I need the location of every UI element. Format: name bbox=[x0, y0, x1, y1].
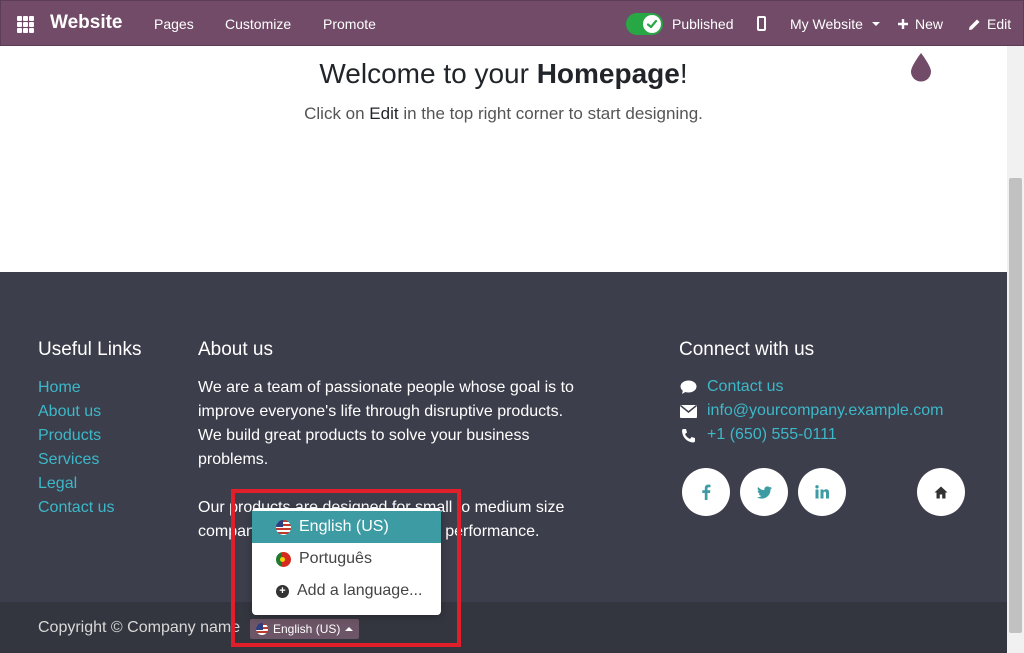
annotation-highlight-box bbox=[231, 489, 461, 647]
footer-link-products[interactable]: Products bbox=[38, 424, 114, 448]
about-us-title: About us bbox=[198, 339, 273, 360]
theme-drop-icon[interactable] bbox=[910, 52, 932, 87]
page-scrollbar[interactable] bbox=[1007, 46, 1024, 653]
contact-row[interactable]: Contact us bbox=[680, 378, 783, 396]
my-website-menu[interactable]: My Website bbox=[790, 16, 880, 32]
published-label[interactable]: Published bbox=[672, 16, 734, 32]
footer-link-contact[interactable]: Contact us bbox=[38, 496, 114, 520]
footer-link-legal[interactable]: Legal bbox=[38, 472, 114, 496]
footer-link-home[interactable]: Home bbox=[38, 376, 114, 400]
title-suffix: ! bbox=[679, 58, 688, 89]
phone-link[interactable]: +1 (650) 555-0111 bbox=[707, 426, 837, 444]
check-icon bbox=[643, 15, 661, 33]
homepage-welcome-title: Welcome to your Homepage! bbox=[0, 58, 1007, 90]
title-prefix: Welcome to your bbox=[319, 58, 537, 89]
comment-icon bbox=[680, 380, 697, 394]
footer-link-services[interactable]: Services bbox=[38, 448, 114, 472]
menu-promote[interactable]: Promote bbox=[323, 16, 376, 32]
apps-grid-icon[interactable] bbox=[17, 16, 34, 33]
my-website-label: My Website bbox=[790, 16, 863, 32]
copyright-text: Copyright © Company name bbox=[38, 619, 241, 636]
about-paragraph-1: We are a team of passionate people whose… bbox=[198, 379, 574, 468]
twitter-button[interactable] bbox=[740, 468, 788, 516]
phone-icon bbox=[682, 428, 695, 442]
linkedin-icon bbox=[815, 485, 829, 499]
home-icon bbox=[934, 486, 948, 498]
subtitle-prefix: Click on bbox=[304, 104, 370, 123]
menu-pages[interactable]: Pages bbox=[154, 16, 194, 32]
contact-us-link[interactable]: Contact us bbox=[707, 378, 783, 396]
subtitle-suffix: in the top right corner to start designi… bbox=[398, 104, 703, 123]
new-button[interactable]: New bbox=[897, 16, 943, 32]
useful-links-list: Home About us Products Services Legal Co… bbox=[38, 376, 114, 520]
facebook-icon bbox=[702, 484, 711, 500]
pencil-icon bbox=[969, 19, 980, 30]
email-row[interactable]: info@yourcompany.example.com bbox=[680, 402, 944, 420]
published-toggle[interactable] bbox=[626, 13, 663, 35]
phone-row[interactable]: +1 (650) 555-0111 bbox=[680, 426, 837, 444]
connect-title: Connect with us bbox=[679, 339, 815, 360]
page: Website Pages Customize Promote Publishe… bbox=[0, 0, 1024, 653]
edit-label: Edit bbox=[987, 16, 1012, 32]
chevron-down-icon bbox=[871, 22, 880, 26]
subtitle-edit-word: Edit bbox=[369, 104, 399, 123]
twitter-icon bbox=[756, 485, 772, 499]
title-bold: Homepage bbox=[536, 58, 680, 89]
new-label: New bbox=[915, 16, 944, 32]
email-link[interactable]: info@yourcompany.example.com bbox=[707, 402, 944, 420]
footer-link-about[interactable]: About us bbox=[38, 400, 114, 424]
plus-icon bbox=[898, 19, 908, 29]
home-button[interactable] bbox=[917, 468, 965, 516]
envelope-icon bbox=[680, 404, 697, 418]
menu-customize[interactable]: Customize bbox=[225, 16, 291, 32]
mobile-preview-icon[interactable] bbox=[757, 16, 766, 31]
edit-button[interactable]: Edit bbox=[968, 16, 1011, 32]
useful-links-title: Useful Links bbox=[38, 339, 142, 360]
facebook-button[interactable] bbox=[682, 468, 730, 516]
top-navbar: Website Pages Customize Promote Publishe… bbox=[0, 0, 1024, 46]
scrollbar-thumb[interactable] bbox=[1009, 178, 1022, 633]
homepage-subtitle: Click on Edit in the top right corner to… bbox=[0, 104, 1007, 124]
linkedin-button[interactable] bbox=[798, 468, 846, 516]
app-title[interactable]: Website bbox=[50, 12, 123, 34]
